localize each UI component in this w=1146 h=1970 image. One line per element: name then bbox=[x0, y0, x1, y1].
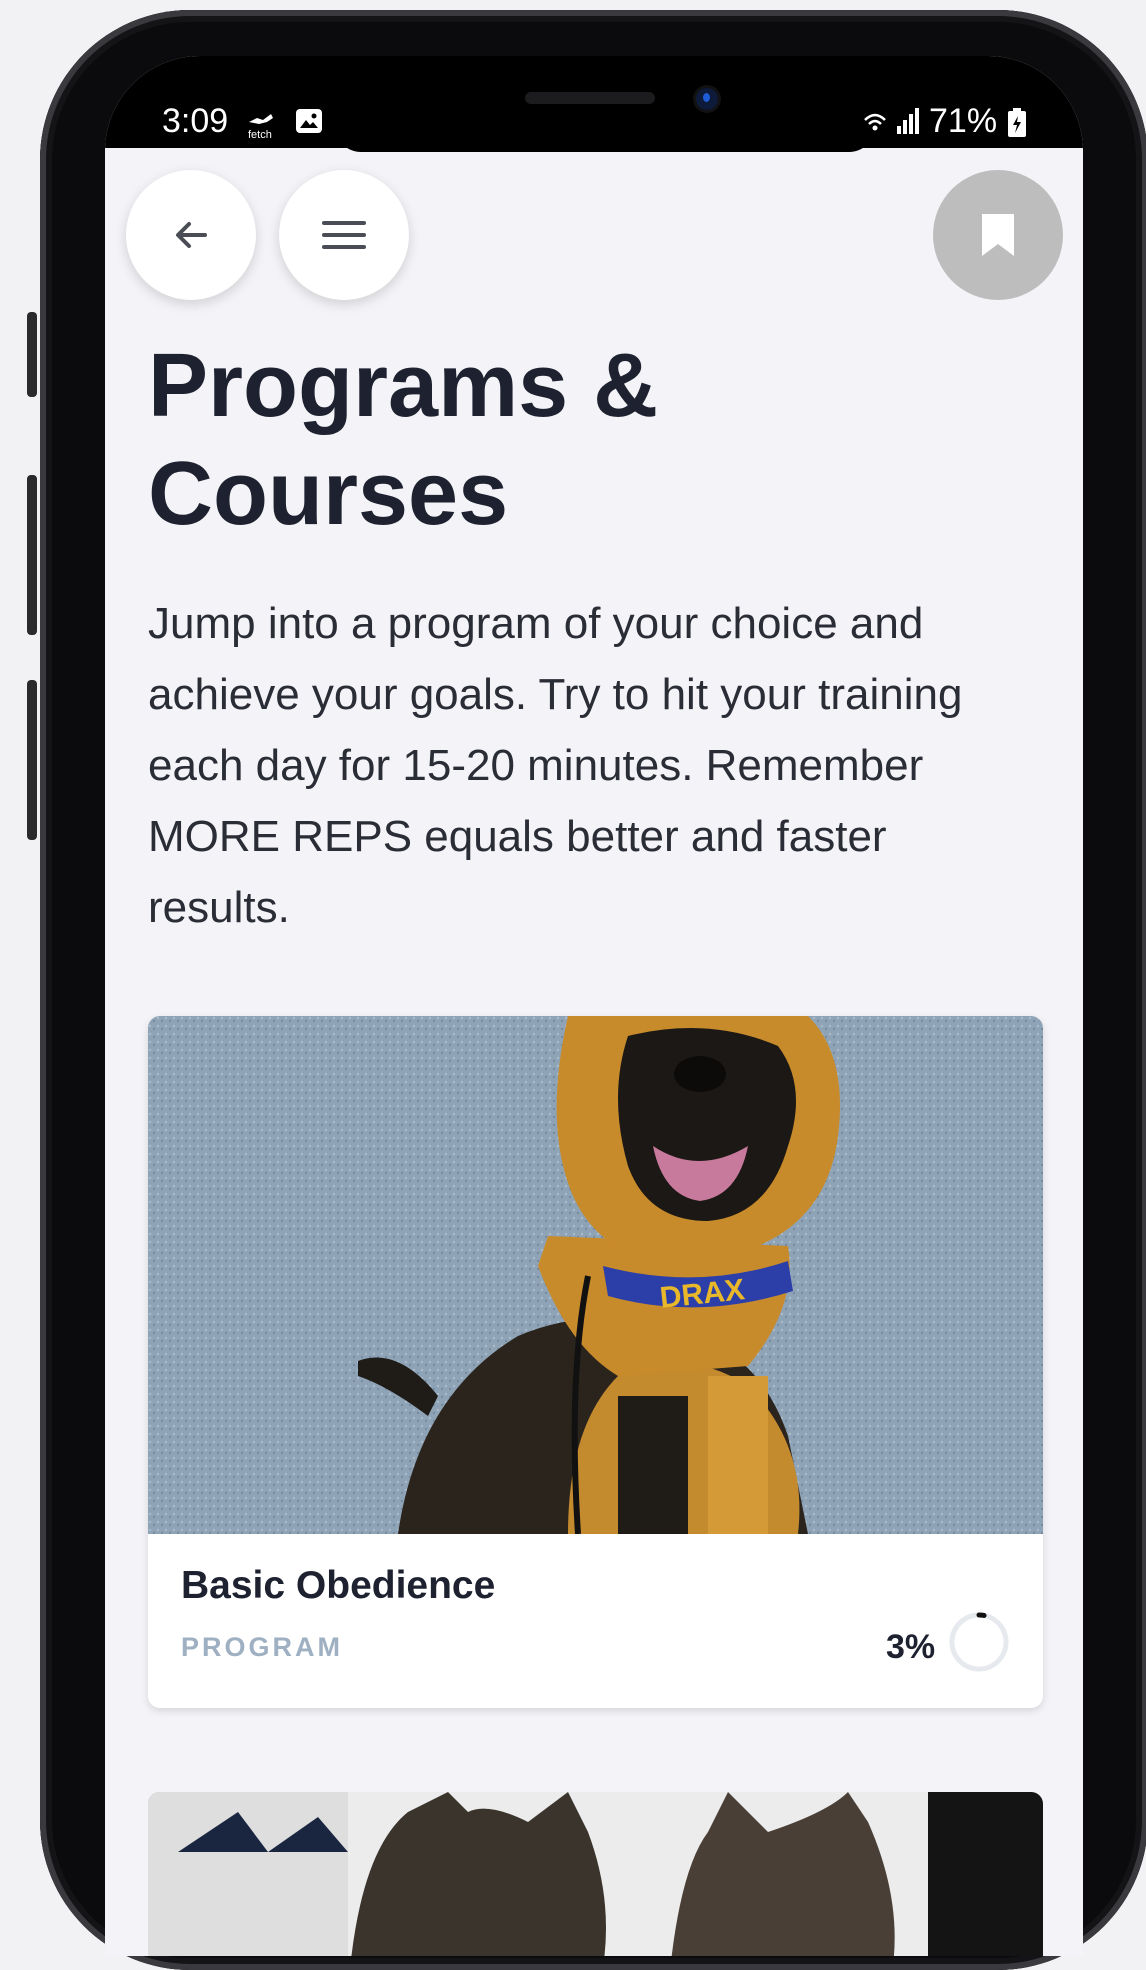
arrow-left-icon bbox=[176, 222, 207, 248]
program-card-title: Basic Obedience bbox=[181, 1564, 496, 1607]
fetch-app-icon: fetch bbox=[245, 108, 281, 144]
progress-ring bbox=[949, 1612, 1009, 1672]
back-button[interactable] bbox=[126, 170, 256, 300]
signal-icon bbox=[863, 106, 921, 136]
image-icon bbox=[295, 108, 323, 134]
battery-percent: 71% bbox=[929, 102, 998, 140]
program-card-image bbox=[148, 1792, 1043, 1956]
phone-side-button bbox=[27, 680, 37, 840]
phone-side-button bbox=[27, 475, 37, 635]
bookmark-button[interactable] bbox=[933, 170, 1063, 300]
phone-side-button bbox=[27, 312, 37, 397]
earpiece-speaker bbox=[525, 92, 655, 104]
page-title: Programs & Courses bbox=[148, 336, 659, 544]
battery-icon bbox=[1007, 108, 1027, 138]
front-camera bbox=[696, 88, 718, 110]
hamburger-menu-icon bbox=[322, 221, 366, 249]
program-card-partial[interactable] bbox=[148, 1792, 1043, 1956]
bookmark-icon bbox=[982, 214, 1014, 256]
status-time: 3:09 bbox=[162, 102, 229, 140]
menu-button[interactable] bbox=[279, 170, 409, 300]
svg-text:fetch: fetch bbox=[248, 129, 272, 141]
notch bbox=[335, 126, 875, 152]
program-card-type: PROGRAM bbox=[181, 1632, 343, 1662]
program-card-image: DRAX bbox=[148, 1016, 1043, 1534]
page-description: Jump into a program of your choice and a… bbox=[148, 599, 963, 932]
program-card-basic-obedience[interactable]: DRAX Basic Obedience PROGRAM 3% bbox=[148, 1016, 1043, 1708]
app-screen: 3:09 fetch 71% Programs & Courses Jump i… bbox=[105, 56, 1083, 1956]
program-progress-label: 3% bbox=[886, 1628, 936, 1666]
